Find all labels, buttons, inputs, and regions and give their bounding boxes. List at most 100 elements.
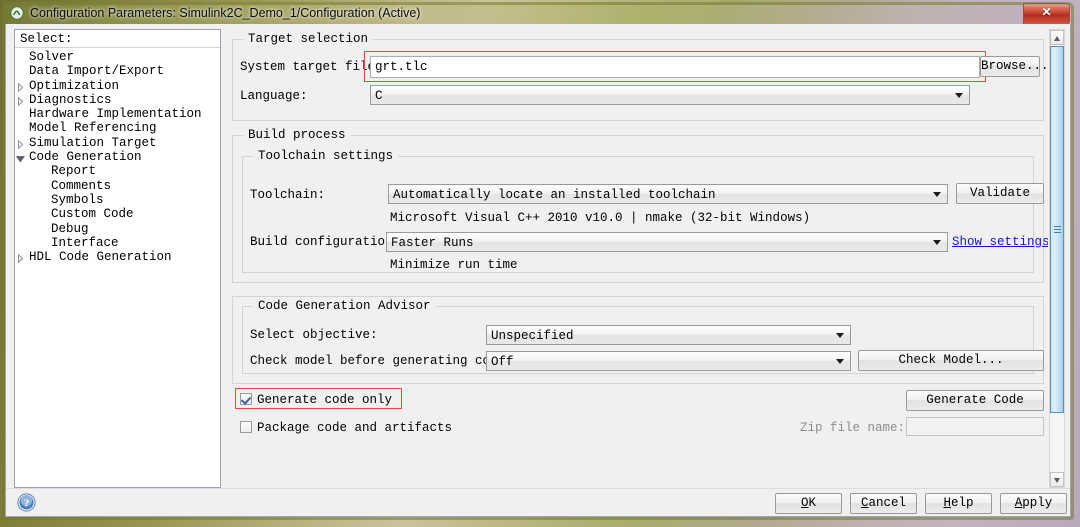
scroll-down-button[interactable]	[1050, 472, 1064, 487]
sidebar-item-diagnostics[interactable]: Diagnostics	[15, 93, 220, 107]
generate-code-button[interactable]: Generate Code	[906, 390, 1044, 411]
cancel-button[interactable]: Cancel	[850, 493, 917, 514]
language-label: Language:	[240, 89, 308, 103]
target-selection-group: Target selection	[232, 32, 1044, 121]
sidebar-item-label: Hardware Implementation	[29, 107, 202, 122]
sidebar-item-hardware-implementation[interactable]: Hardware Implementation	[15, 107, 220, 121]
sidebar-item-label: Model Referencing	[29, 121, 157, 136]
browse-button[interactable]: Browse...	[980, 56, 1048, 77]
title-bar[interactable]: Configuration Parameters: Simulink2C_Dem…	[2, 2, 1074, 25]
help-circle-icon[interactable]: ?	[17, 493, 36, 512]
toolchain-value: Automatically locate an installed toolch…	[393, 188, 716, 202]
configuration-parameters-window: Configuration Parameters: Simulink2C_Dem…	[2, 2, 1074, 520]
sidebar-item-data-import-export[interactable]: Data Import/Export	[15, 64, 220, 78]
build-configuration-info-text: Minimize run time	[390, 258, 518, 272]
sidebar-item-label: Solver	[29, 50, 75, 64]
build-configuration-value: Faster Runs	[391, 236, 474, 250]
language-value: C	[375, 89, 383, 103]
build-configuration-select[interactable]: Faster Runs	[386, 232, 948, 252]
sidebar-item-debug[interactable]: Debug	[15, 222, 220, 236]
tree-expanded-icon[interactable]	[15, 153, 26, 164]
sidebar-item-report[interactable]: Report	[15, 164, 220, 178]
sidebar-item-symbols[interactable]: Symbols	[15, 193, 220, 207]
svg-text:?: ?	[24, 498, 30, 510]
sidebar-item-label: Simulation Target	[29, 135, 157, 150]
sidebar-item-label: Optimization	[29, 78, 120, 93]
sidebar-item-comments[interactable]: Comments	[15, 179, 220, 193]
sidebar-item-label: Data Import/Export	[29, 64, 165, 79]
sidebar-item-label: Symbols	[51, 192, 104, 207]
code-generation-advisor-title: Code Generation Advisor	[253, 299, 436, 313]
sidebar-item-interface[interactable]: Interface	[15, 236, 220, 250]
tree-collapsed-icon[interactable]	[15, 253, 26, 264]
sidebar-item-code-generation[interactable]: Code Generation	[15, 150, 220, 164]
tree-collapsed-icon[interactable]	[15, 82, 26, 93]
sidebar-item-solver[interactable]: Solver	[15, 50, 220, 64]
sidebar-item-label: Interface	[51, 235, 119, 250]
help-mnemonic: H	[943, 496, 951, 510]
check-model-select[interactable]: Off	[486, 351, 851, 371]
chevron-down-icon	[836, 333, 844, 338]
scroll-up-button[interactable]	[1050, 30, 1064, 45]
sidebar-item-label: HDL Code Generation	[29, 250, 172, 265]
toolchain-select[interactable]: Automatically locate an installed toolch…	[388, 184, 948, 204]
sidebar-item-simulation-target[interactable]: Simulation Target	[15, 136, 220, 150]
ok-button[interactable]: OK	[775, 493, 842, 514]
check-model-label: Check model before generating code:	[250, 354, 513, 368]
package-code-checkbox[interactable]: Package code and artifacts	[240, 421, 452, 435]
toolchain-info-text: Microsoft Visual C++ 2010 v10.0 | nmake …	[390, 211, 811, 225]
toolchain-label: Toolchain:	[250, 188, 326, 202]
chevron-down-icon	[955, 93, 963, 98]
sidebar-item-label: Report	[51, 164, 97, 179]
close-button[interactable]	[1023, 3, 1070, 25]
zip-file-name-label: Zip file name:	[800, 421, 906, 435]
sidebar-item-label: Debug	[51, 221, 89, 236]
dialog-client-area: Select: Solver Data Import/Export Optimiza…	[5, 24, 1071, 517]
sidebar-item-optimization[interactable]: Optimization	[15, 79, 220, 93]
chevron-down-icon	[836, 359, 844, 364]
settings-content-pane: Target selection System target file: grt…	[228, 29, 1048, 488]
help-rest: elp	[951, 496, 974, 510]
package-code-checkbox-box[interactable]	[240, 421, 252, 433]
select-tree-header: Select:	[15, 30, 220, 48]
tree-collapsed-icon[interactable]	[15, 96, 26, 107]
select-tree-list: Solver Data Import/Export Optimization Diag…	[15, 48, 220, 264]
tree-collapsed-icon[interactable]	[15, 139, 26, 150]
sidebar-item-label: Diagnostics	[29, 92, 112, 107]
ok-mnemonic: O	[800, 496, 809, 510]
target-selection-title: Target selection	[243, 32, 374, 46]
toolchain-settings-title: Toolchain settings	[253, 149, 399, 163]
help-button[interactable]: Help	[925, 493, 992, 514]
build-process-title: Build process	[243, 128, 351, 142]
chevron-down-icon	[933, 192, 941, 197]
sidebar-item-custom-code[interactable]: Custom Code	[15, 207, 220, 221]
apply-rest: pply	[1022, 496, 1053, 510]
generate-code-only-checkbox-box[interactable]	[240, 393, 252, 405]
sidebar-item-label: Custom Code	[51, 207, 134, 222]
select-objective-select[interactable]: Unspecified	[486, 325, 851, 345]
simulink-icon	[10, 6, 24, 20]
scrollbar-grip-icon	[1054, 225, 1061, 234]
apply-button[interactable]: Apply	[1000, 493, 1067, 514]
select-objective-label: Select objective:	[250, 328, 378, 342]
package-code-label: Package code and artifacts	[257, 421, 453, 435]
content-vertical-scrollbar[interactable]	[1049, 29, 1065, 488]
zip-file-name-input[interactable]	[906, 417, 1044, 436]
validate-button[interactable]: Validate	[956, 183, 1044, 204]
select-objective-value: Unspecified	[491, 329, 574, 343]
window-title: Configuration Parameters: Simulink2C_Dem…	[30, 6, 421, 20]
system-target-file-label: System target file:	[240, 60, 383, 74]
check-model-button[interactable]: Check Model...	[858, 350, 1044, 371]
generate-code-only-checkbox[interactable]: Generate code only	[240, 393, 392, 407]
ok-rest: K	[808, 496, 817, 510]
language-select[interactable]: C	[370, 85, 970, 105]
system-target-file-input[interactable]: grt.tlc	[370, 56, 980, 78]
dialog-footer: ? OK Cancel Help Apply	[6, 488, 1070, 516]
sidebar-item-label: Comments	[51, 178, 112, 193]
sidebar-item-label: Code Generation	[29, 150, 142, 165]
sidebar-item-model-referencing[interactable]: Model Referencing	[15, 121, 220, 135]
show-settings-link[interactable]: Show settings	[952, 235, 1048, 250]
select-tree-panel[interactable]: Select: Solver Data Import/Export Optimiza…	[14, 29, 221, 488]
sidebar-item-hdl-code-generation[interactable]: HDL Code Generation	[15, 250, 220, 264]
scrollbar-thumb[interactable]	[1050, 46, 1064, 413]
